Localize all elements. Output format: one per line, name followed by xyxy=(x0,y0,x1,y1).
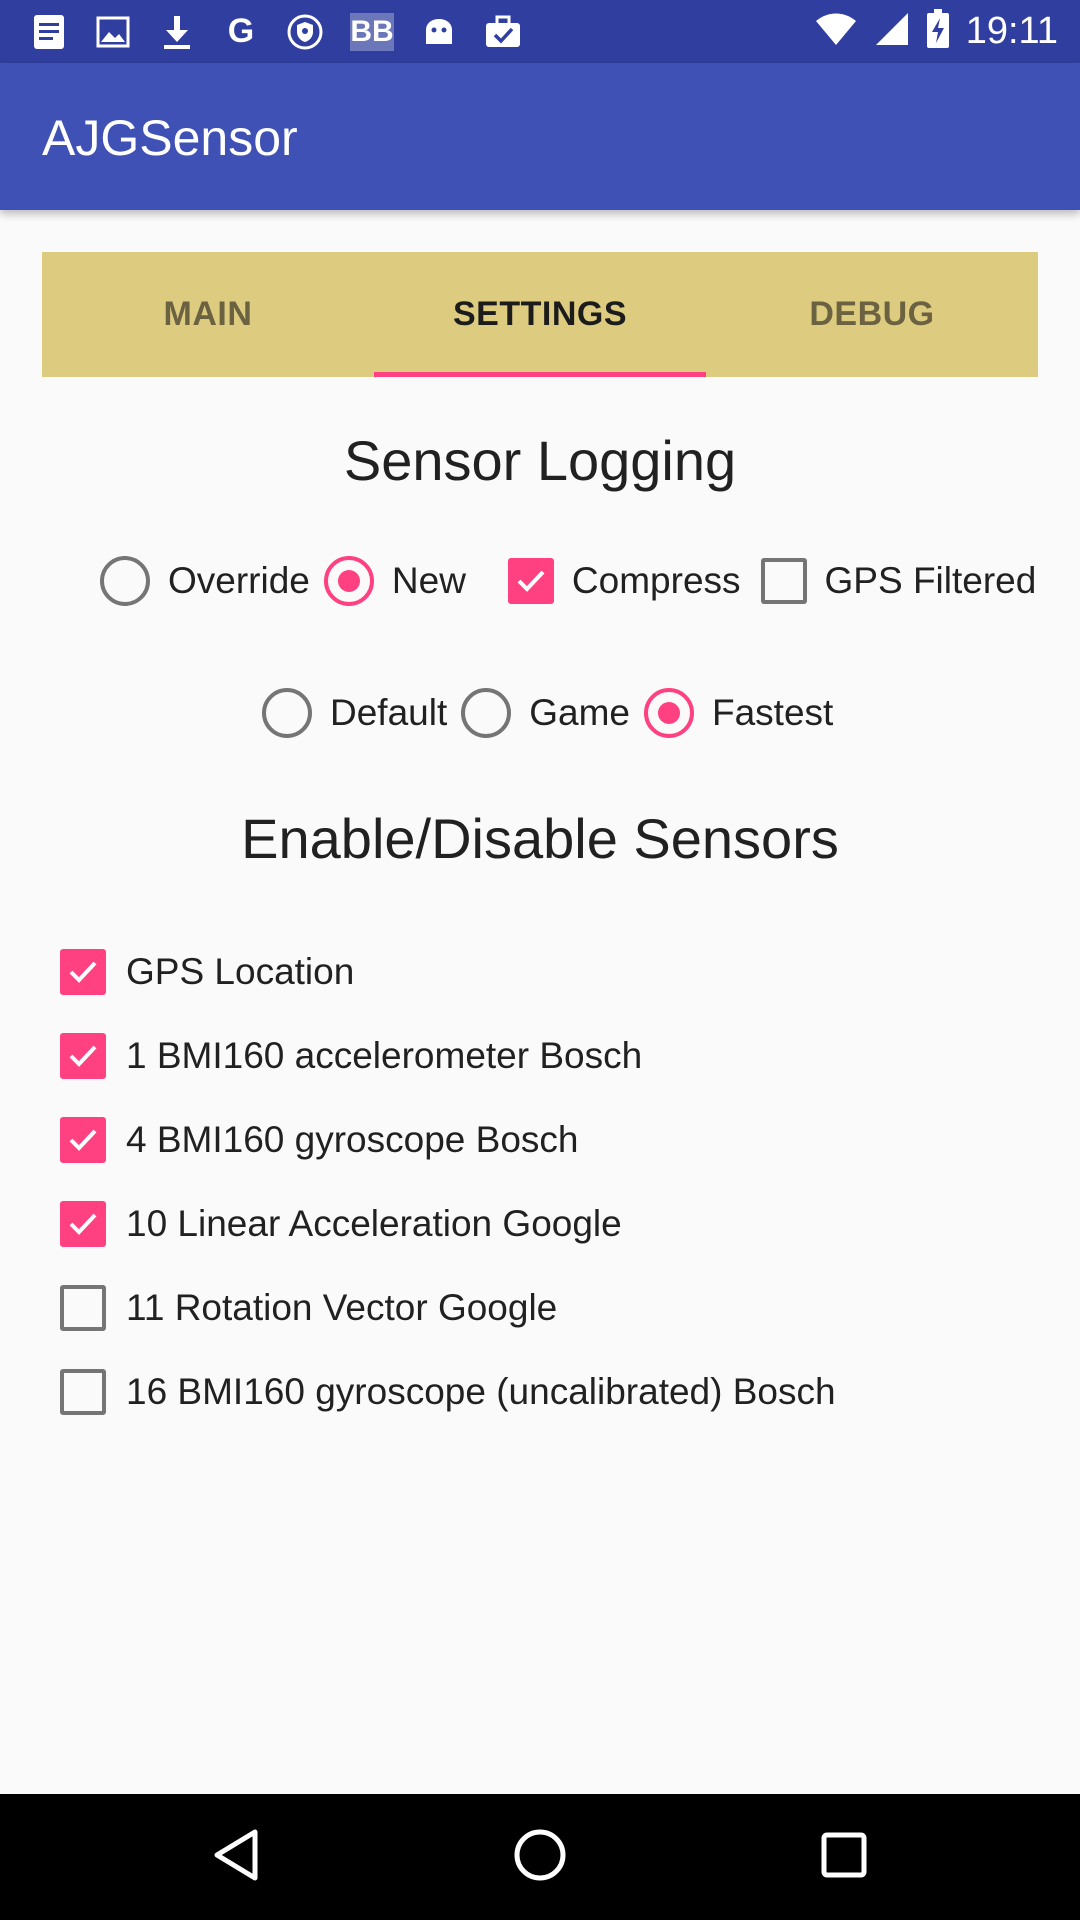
sensor-label: GPS Location xyxy=(126,951,355,992)
tab-main[interactable]: MAIN xyxy=(42,252,374,377)
checkbox[interactable] xyxy=(60,1285,106,1331)
wifi-icon xyxy=(814,11,858,52)
list-item[interactable]: 16 BMI160 gyroscope (uncalibrated) Bosch xyxy=(60,1350,836,1434)
clock-time: 19:11 xyxy=(965,10,1058,52)
radio-button[interactable] xyxy=(644,688,694,738)
battery-charging-icon xyxy=(926,9,950,54)
checkbox[interactable] xyxy=(60,1369,106,1415)
logging-rate-row: Default Game Fastest xyxy=(262,688,847,738)
radio-button[interactable] xyxy=(323,556,374,606)
option-label: Compress xyxy=(571,560,741,601)
document-icon xyxy=(30,13,68,51)
checkbox[interactable] xyxy=(507,558,554,604)
cell-signal-icon xyxy=(874,11,910,52)
gps-filtered-checkbox[interactable]: GPS Filtered xyxy=(760,558,1037,604)
tab-bar: MAIN SETTINGS DEBUG xyxy=(42,252,1038,377)
recents-button[interactable] xyxy=(814,1827,874,1887)
list-item[interactable]: GPS Location xyxy=(60,930,836,1014)
status-bar: G BB 19:11 xyxy=(0,0,1080,63)
checkbox[interactable] xyxy=(60,1033,106,1079)
option-label: New xyxy=(391,560,466,601)
download-icon xyxy=(158,13,196,51)
radio-button[interactable] xyxy=(461,688,512,738)
image-icon xyxy=(94,13,132,51)
radio-button[interactable] xyxy=(262,688,312,738)
option-label: GPS Filtered xyxy=(824,560,1037,601)
list-item[interactable]: 1 BMI160 accelerometer Bosch xyxy=(60,1014,836,1098)
back-button[interactable] xyxy=(206,1827,266,1887)
fastest-radio[interactable]: Fastest xyxy=(644,688,833,738)
shield-icon xyxy=(286,13,324,51)
sensors-heading: Enable/Disable Sensors xyxy=(241,807,839,870)
option-label: Default xyxy=(330,692,448,733)
sensor-label: 4 BMI160 gyroscope Bosch xyxy=(126,1119,579,1160)
android-icon xyxy=(420,13,458,51)
override-radio[interactable]: Override xyxy=(100,556,310,606)
tab-label: SETTINGS xyxy=(452,295,628,333)
recents-icon xyxy=(820,1831,868,1884)
checkbox[interactable] xyxy=(60,1117,106,1163)
list-item[interactable]: 11 Rotation Vector Google xyxy=(60,1266,836,1350)
sensor-label: 1 BMI160 accelerometer Bosch xyxy=(126,1035,643,1076)
home-icon xyxy=(513,1828,567,1887)
checkbox[interactable] xyxy=(760,558,807,604)
tab-label: DEBUG xyxy=(809,295,935,333)
option-label: Fastest xyxy=(712,692,834,733)
navigation-bar xyxy=(0,1794,1080,1920)
new-radio[interactable]: New xyxy=(323,556,466,606)
home-button[interactable] xyxy=(510,1827,570,1887)
logging-mode-row: Override New Compress GPS Filtered xyxy=(100,556,1050,606)
radio-button[interactable] xyxy=(100,556,150,606)
list-item[interactable]: 4 BMI160 gyroscope Bosch xyxy=(60,1098,836,1182)
option-label: Game xyxy=(529,692,630,733)
briefcase-check-icon xyxy=(484,13,522,51)
compress-checkbox[interactable]: Compress xyxy=(507,558,741,604)
option-label: Override xyxy=(168,560,310,601)
app-bar: AJGSensor xyxy=(0,63,1080,210)
checkbox[interactable] xyxy=(60,949,106,995)
tab-debug[interactable]: DEBUG xyxy=(706,252,1038,377)
checkbox[interactable] xyxy=(60,1201,106,1247)
default-radio[interactable]: Default xyxy=(262,688,447,738)
sensor-label: 16 BMI160 gyroscope (uncalibrated) Bosch xyxy=(126,1371,836,1412)
tab-settings[interactable]: SETTINGS xyxy=(374,252,706,377)
sensor-list: GPS Location 1 BMI160 accelerometer Bosc… xyxy=(60,930,836,1434)
sensor-label: 10 Linear Acceleration Google xyxy=(126,1203,622,1244)
google-icon: G xyxy=(227,12,255,50)
back-icon xyxy=(211,1828,261,1887)
sensor-label: 11 Rotation Vector Google xyxy=(126,1287,558,1328)
game-radio[interactable]: Game xyxy=(461,688,630,738)
list-item[interactable]: 10 Linear Acceleration Google xyxy=(60,1182,836,1266)
tab-indicator xyxy=(374,372,706,377)
sensor-logging-heading: Sensor Logging xyxy=(343,429,737,492)
app-title: AJGSensor xyxy=(42,110,298,166)
tab-label: MAIN xyxy=(163,295,253,333)
bb-icon: BB xyxy=(350,12,394,51)
